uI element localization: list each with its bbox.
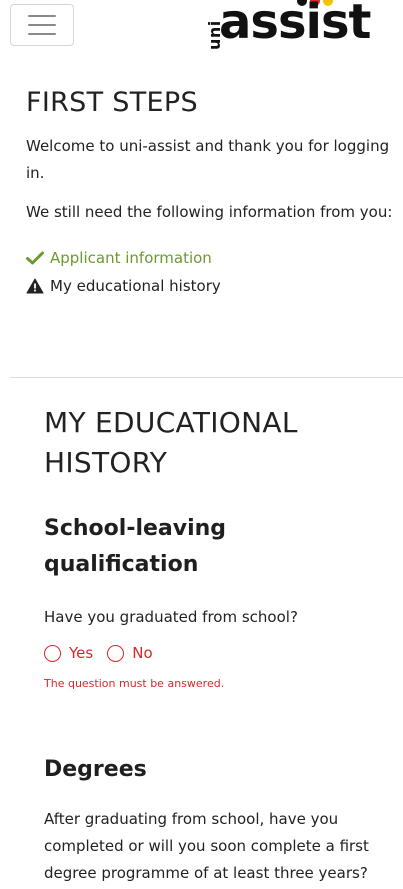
status-list: Applicant information My educational his… xyxy=(26,244,396,300)
need-info-text: We still need the following information … xyxy=(26,203,393,221)
school-leaving-heading: School-leaving qualification xyxy=(44,516,227,577)
warning-icon xyxy=(26,278,44,294)
status-item-applicant-information[interactable]: Applicant information xyxy=(26,244,396,272)
logo-assist-text: assist xyxy=(219,0,371,50)
radio-no[interactable]: No xyxy=(107,642,153,664)
welcome-text: Welcome to uni-assist and thank you for … xyxy=(26,137,390,182)
menu-button[interactable] xyxy=(10,4,74,46)
status-item-educational-history[interactable]: My educational history xyxy=(26,272,396,300)
hamburger-menu-icon xyxy=(28,15,56,17)
radio-circle-icon[interactable] xyxy=(107,644,125,662)
check-icon xyxy=(26,251,44,265)
uni-assist-logo[interactable]: uni assist xyxy=(195,0,395,55)
section-divider xyxy=(10,377,403,378)
educational-history-title: MY EDUCATIONAL HISTORY xyxy=(44,406,298,479)
first-steps-section: FIRST STEPS Welcome to uni-assist and th… xyxy=(26,85,396,300)
radio-no-label: No xyxy=(132,644,153,662)
status-item-label: My educational history xyxy=(50,277,221,295)
graduated-radio-group: Yes No xyxy=(44,642,384,664)
first-steps-title: FIRST STEPS xyxy=(26,87,198,118)
graduated-question: Have you graduated from school? xyxy=(44,608,298,626)
degrees-heading: Degrees xyxy=(44,757,147,782)
radio-circle-icon[interactable] xyxy=(44,644,61,662)
validation-error: The question must be answered. xyxy=(44,677,225,690)
radio-yes-label: Yes xyxy=(69,644,94,662)
educational-history-section: MY EDUCATIONAL HISTORY School-leaving qu… xyxy=(44,403,384,887)
status-item-label: Applicant information xyxy=(50,249,212,267)
degrees-question: After graduating from school, have you c… xyxy=(44,810,369,882)
radio-yes[interactable]: Yes xyxy=(44,642,93,664)
